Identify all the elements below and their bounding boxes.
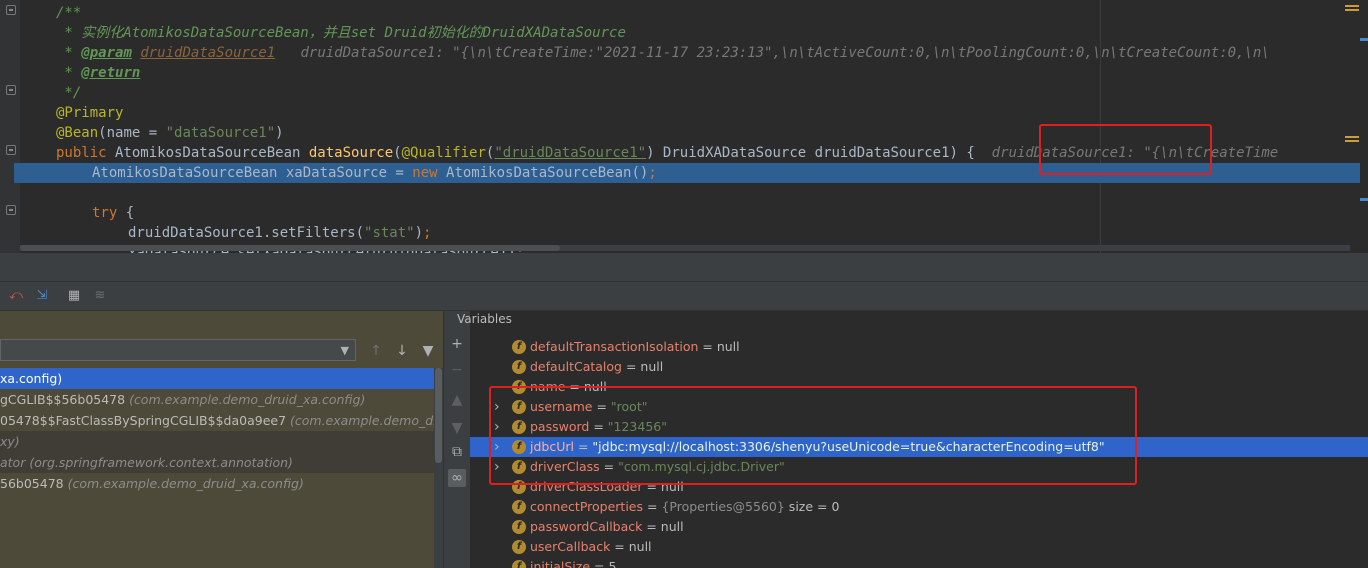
fold-icon[interactable] [6,5,16,15]
variable-object-ref: {Properties@5560} [661,499,785,514]
variable-row[interactable]: f defaultCatalog = null [470,357,1368,377]
copy-icon[interactable]: ⧉ [448,443,466,461]
frame-package: xy) [0,434,20,449]
stack-frame-item[interactable]: xa.config) [0,368,435,389]
variable-name: defaultTransactionIsolation [530,339,699,354]
arrow-down-icon[interactable]: ↓ [393,342,411,360]
move-up-icon[interactable]: ▲ [448,391,466,409]
fold-icon[interactable] [6,205,16,215]
variable-name: connectProperties [530,499,644,514]
variable-value: = null [698,339,740,354]
variable-name: passwordCallback [530,519,643,534]
field-icon: f [512,540,526,554]
code-line: try { [92,205,135,221]
stack-frame-item[interactable]: 56b05478 (com.example.demo_druid_xa.conf… [0,473,435,494]
variable-name: defaultCatalog [530,359,622,374]
debug-tool-window: ⤺ ⇲ ▦ ≋ ▼ ↑ ↓ ▼ xa.config) gCGLIB$$56b054… [0,253,1368,568]
code-line: * 实例化AtomikosDataSourceBean，并且set Druid初… [56,25,626,41]
warning-stripe-marker[interactable] [1345,5,1359,7]
frames-panel: ▼ ↑ ↓ ▼ xa.config) gCGLIB$$56b05478 (com.… [0,311,443,568]
frame-package: (com.example.demo_druid_xa.config) [129,392,366,407]
code-line: * @param druidDataSource1 druidDataSourc… [56,45,1270,61]
frame-method: 05478$$FastClassBySpringCGLIB$$da0a9ee7 [0,413,290,428]
error-stripe-marker[interactable] [1360,38,1368,41]
variable-text: passwordCallback = null [530,517,684,537]
horizontal-scrollbar[interactable] [20,245,1350,251]
scrollbar-thumb[interactable] [435,368,442,463]
frame-method: 56b05478 [0,476,68,491]
variable-value: = null [622,359,664,374]
variables-toolbar: + − ▲ ▼ ⧉ ∞ [443,311,470,568]
trace-current-stream-icon[interactable]: ≋ [92,288,108,304]
code-line: */ [56,85,82,101]
variable-value: = [643,499,662,514]
stack-frame-list: xa.config) gCGLIB$$56b05478 (com.example.… [0,368,435,494]
show-watches-icon[interactable]: ∞ [448,469,466,487]
stack-frame-item[interactable]: xy) [0,431,435,452]
error-stripe-marker[interactable] [1360,198,1368,201]
frames-scrollbar[interactable] [434,368,443,568]
scrollbar-thumb[interactable] [20,245,560,251]
variable-row[interactable]: f passwordCallback = null [470,517,1368,537]
field-icon: f [512,360,526,374]
stack-frame-item[interactable]: 05478$$FastClassBySpringCGLIB$$da0a9ee7 … [0,410,435,431]
variable-size: size = 0 [784,499,840,514]
frame-package: (com.example.demo_druid_xa.co [290,413,435,428]
field-icon: f [512,340,526,354]
variable-text: initialSize = 5 [530,557,616,568]
variable-value: = null [642,519,684,534]
fold-icon[interactable] [6,85,16,95]
variable-text: connectProperties = {Properties@5560} si… [530,497,839,517]
warning-stripe-marker[interactable] [1345,136,1359,138]
variable-row[interactable]: f connectProperties = {Properties@5560} s… [470,497,1368,517]
variable-name: initialSize [530,559,591,568]
code-line: * @return [56,65,141,81]
add-watch-icon[interactable]: + [448,335,466,353]
variable-value: = null [610,539,652,554]
thread-selector-dropdown[interactable]: ▼ [0,339,356,361]
debug-tab-header [0,253,1368,282]
variable-text: defaultCatalog = null [530,357,663,377]
field-icon: f [512,500,526,514]
frame-method: xa.config) [0,371,63,386]
frame-package: ator (org.springframework.context.annota… [0,455,293,470]
drop-frame-icon[interactable]: ⤺ [8,288,24,304]
variable-name: userCallback [530,539,611,554]
variable-row[interactable]: f userCallback = null [470,537,1368,557]
evaluate-expression-icon[interactable]: ▦ [66,288,82,304]
code-line: druidDataSource1.setFilters("stat"); [128,225,432,241]
filter-icon[interactable]: ▼ [419,342,437,360]
variable-value: = 5 [590,559,617,568]
stack-frame-item[interactable]: ator (org.springframework.context.annota… [0,452,435,473]
run-to-cursor-icon[interactable]: ⇲ [34,288,50,304]
code-line: /** [56,5,82,21]
variables-title: Variables [457,312,512,326]
frame-package: (com.example.demo_druid_xa.config) [67,476,304,491]
fold-icon[interactable] [6,145,16,155]
field-icon: f [512,560,526,568]
variable-row[interactable]: f defaultTransactionIsolation = null [470,337,1368,357]
annotation-highlight-box [1039,124,1212,175]
move-down-icon[interactable]: ▼ [448,419,466,437]
stack-frame-item[interactable]: gCGLIB$$56b05478 (com.example.demo_druid… [0,389,435,410]
variable-text: userCallback = null [530,537,652,557]
annotation-highlight-box [489,386,1137,485]
debug-toolbar: ⤺ ⇲ ▦ ≋ [0,282,1368,311]
variable-row[interactable]: f initialSize = 5 [470,557,1368,568]
code-line: @Primary [56,105,124,121]
chevron-down-icon: ▼ [340,344,349,357]
variable-text: defaultTransactionIsolation = null [530,337,740,357]
editor-gutter [0,0,20,253]
frame-method: gCGLIB$$56b05478 [0,392,130,407]
code-editor[interactable]: /** * 实例化AtomikosDataSourceBean，并且set Dr… [0,0,1368,253]
inline-value-hint: druidDataSource1: "{\n\tCreateTime:"2021… [300,45,1270,61]
field-icon: f [512,520,526,534]
remove-watch-icon[interactable]: − [448,361,466,379]
arrow-up-icon[interactable]: ↑ [367,342,385,360]
